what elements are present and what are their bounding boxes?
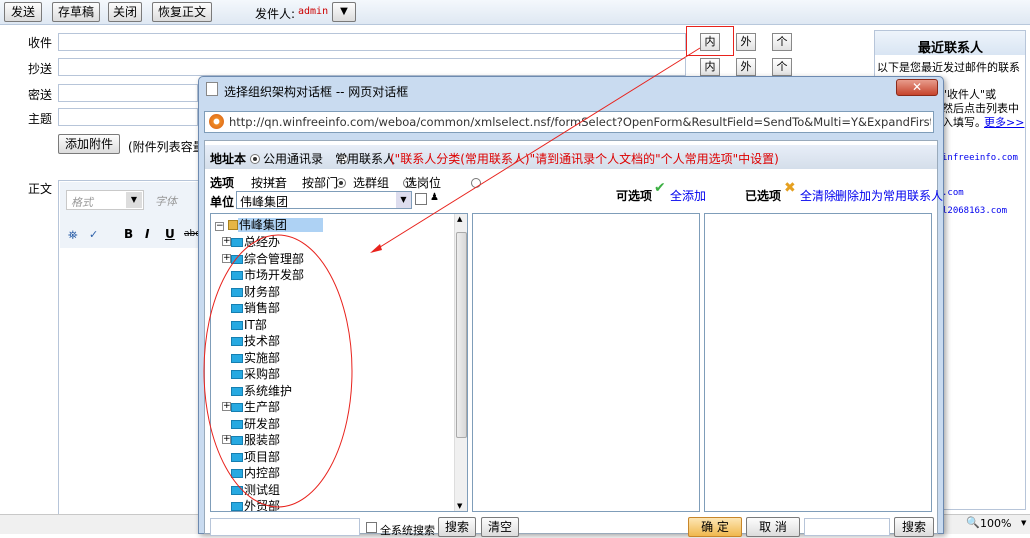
annotation-arrow: [203, 47, 701, 508]
